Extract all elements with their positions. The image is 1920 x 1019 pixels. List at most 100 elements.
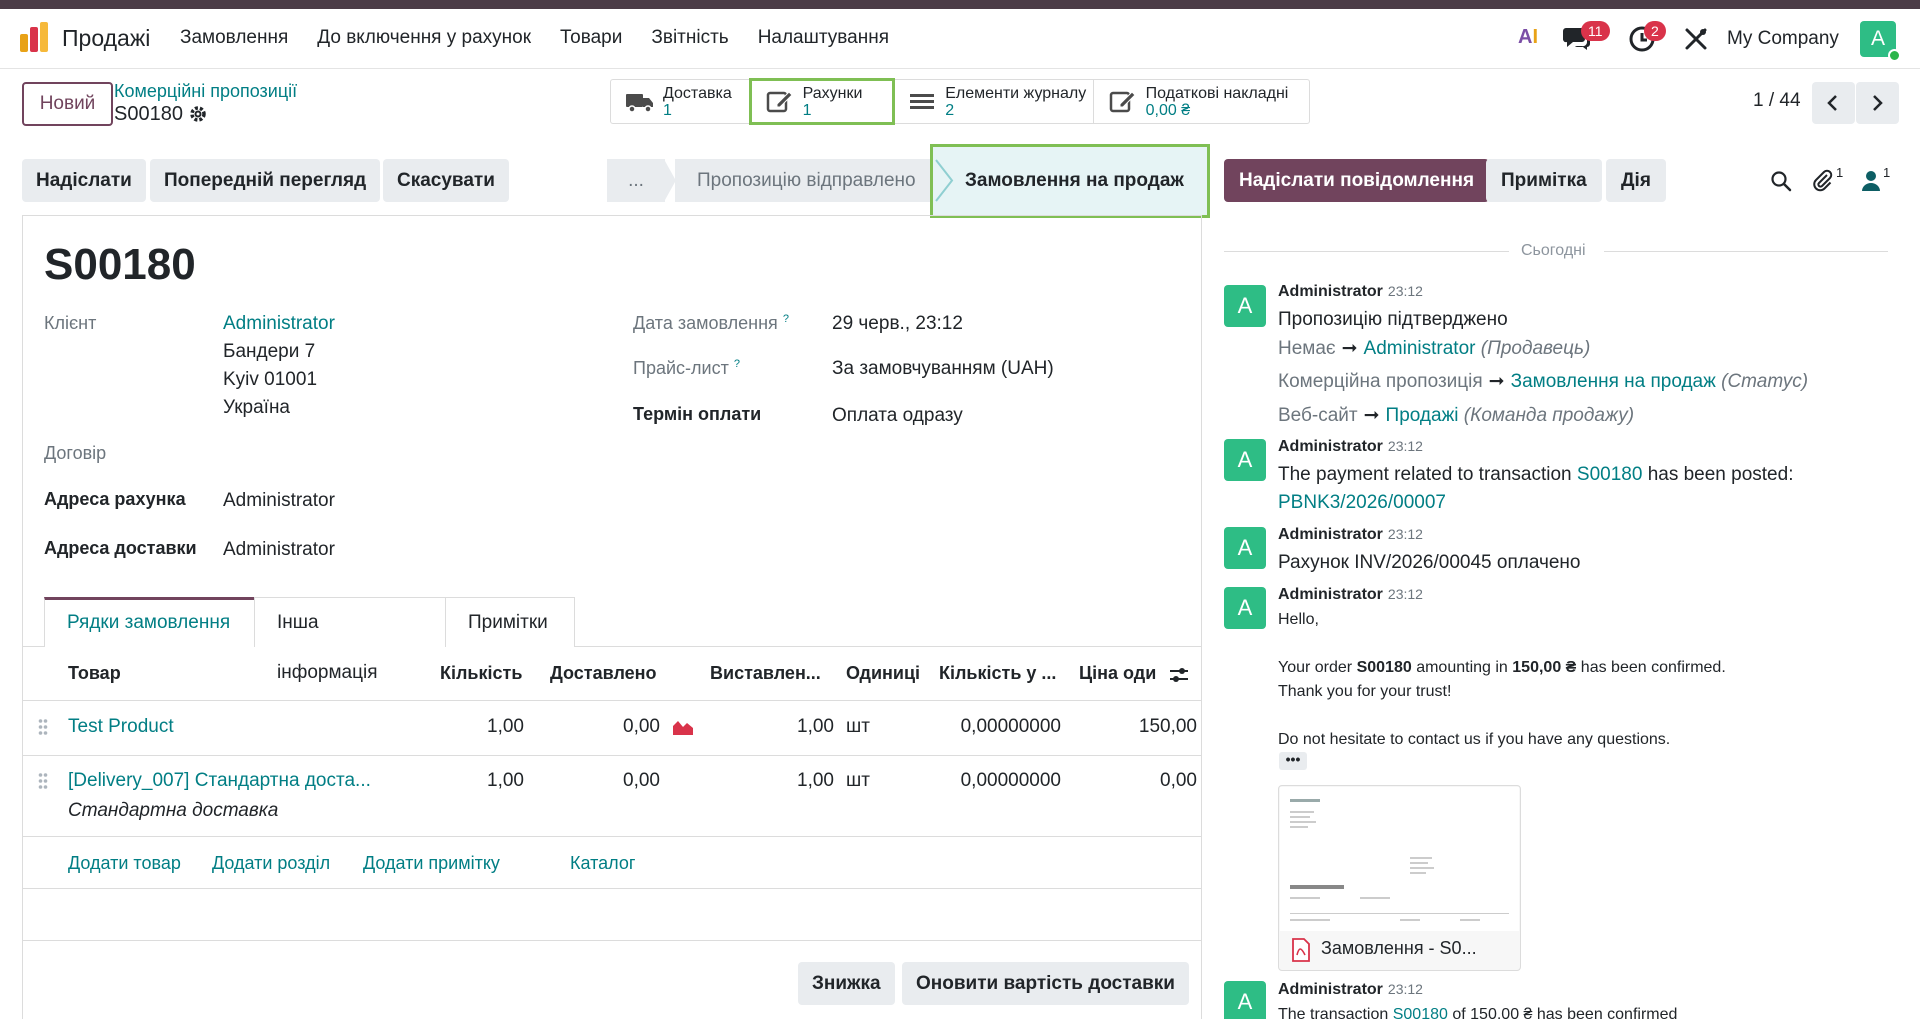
stage-sales-order[interactable]: Замовлення на продаж [930, 144, 1210, 218]
message-avatar[interactable]: A [1224, 587, 1266, 629]
app-name[interactable]: Продажі [62, 25, 150, 52]
tab-notes[interactable]: Примітки [445, 597, 575, 647]
add-note-link[interactable]: Додати примітку [363, 853, 500, 874]
message-text: The transaction S00180 of 150,00 ₴ has b… [1278, 1006, 1678, 1019]
debug-tools-icon[interactable] [1683, 26, 1709, 52]
line-invoiced[interactable]: 1,00 [710, 716, 834, 738]
message-author[interactable]: Administrator 23:12 [1278, 586, 1423, 604]
smart-button-journal-items[interactable]: Елементи журналу 2 [893, 80, 1094, 123]
menu-item-products[interactable]: Товари [560, 27, 622, 49]
tab-other-info[interactable]: Інша інформація [254, 597, 446, 683]
new-button[interactable]: Новий [22, 82, 113, 126]
col-header-quantity[interactable]: Кількість [440, 663, 522, 684]
update-shipping-cost-button[interactable]: Оновити вартість доставки [902, 962, 1189, 1005]
preview-button[interactable]: Попередній перегляд [150, 159, 381, 202]
arrow-right-icon: ➞ [1341, 338, 1358, 359]
message-author[interactable]: Administrator 23:12 [1278, 438, 1423, 456]
send-message-button[interactable]: Надіслати повідомлення [1224, 159, 1490, 202]
line-quantity[interactable]: 1,00 [440, 770, 524, 792]
attachment-card[interactable]: Замовлення - S0... [1278, 785, 1521, 971]
message-avatar[interactable]: A [1224, 981, 1266, 1019]
search-icon[interactable] [1770, 170, 1792, 192]
invoice-address-value[interactable]: Administrator [223, 490, 335, 512]
delivery-address-value[interactable]: Administrator [223, 539, 335, 561]
line-uom[interactable]: шт [846, 716, 870, 738]
ai-icon[interactable]: AI [1518, 26, 1538, 49]
row-divider [22, 888, 1202, 889]
line-quantity[interactable]: 1,00 [440, 716, 524, 738]
line-description[interactable]: Стандартна доставка [68, 800, 278, 822]
menu-item-reporting[interactable]: Звітність [651, 27, 728, 49]
column-settings-icon[interactable] [1168, 665, 1190, 685]
line-delivered[interactable]: 0,00 [550, 770, 660, 792]
col-header-delivered[interactable]: Доставлено [550, 663, 657, 684]
breadcrumb-parent[interactable]: Комерційні пропозиції [114, 81, 297, 102]
chevron-right-icon [1873, 95, 1883, 111]
line-unit-price[interactable]: 0,00 [1079, 770, 1197, 792]
order-date-value[interactable]: 29 черв., 23:12 [832, 313, 963, 335]
line-uom[interactable]: шт [846, 770, 870, 792]
drag-handle-icon[interactable] [38, 718, 48, 736]
payment-terms-value[interactable]: Оплата одразу [832, 405, 963, 427]
send-button[interactable]: Надіслати [22, 159, 146, 202]
smart-button-tax-invoices[interactable]: Податкові накладні 0,00 ₴ [1094, 80, 1309, 123]
drag-handle-icon[interactable] [38, 772, 48, 790]
row-divider [22, 940, 1202, 941]
user-avatar[interactable]: A [1860, 21, 1901, 62]
line-packaging[interactable]: 0,00000000 [939, 716, 1061, 738]
help-icon[interactable]: ? [734, 358, 740, 370]
expand-message-button[interactable]: ••• [1279, 752, 1307, 770]
sales-app-icon[interactable] [20, 22, 50, 52]
arrow-right-icon: ➞ [1363, 405, 1380, 426]
add-section-link[interactable]: Додати розділ [212, 853, 330, 874]
date-divider-line [1224, 251, 1509, 252]
col-header-product[interactable]: Товар [68, 663, 121, 684]
add-product-link[interactable]: Додати товар [68, 853, 181, 874]
forecast-chart-icon[interactable] [672, 718, 694, 736]
stage-quotation-sent[interactable]: Пропозицію відправлено [675, 159, 935, 202]
company-switcher[interactable]: My Company [1727, 28, 1839, 50]
line-unit-price[interactable]: 150,00 [1079, 716, 1197, 738]
payment-link[interactable]: PBNK3/2026/00007 [1278, 492, 1446, 514]
line-delivered[interactable]: 0,00 [550, 716, 660, 738]
help-icon[interactable]: ? [783, 313, 789, 325]
discount-button[interactable]: Знижка [798, 962, 895, 1005]
log-note-button[interactable]: Примітка [1486, 159, 1602, 202]
smart-button-invoices[interactable]: Рахунки 1 [748, 78, 896, 125]
line-product[interactable]: Test Product [68, 716, 174, 738]
col-header-packaging[interactable]: Кількість у ... [939, 663, 1056, 684]
tab-order-lines[interactable]: Рядки замовлення [44, 597, 255, 647]
order-name: S00180 [44, 240, 196, 289]
line-product[interactable]: [Delivery_007] Стандартна доста... [68, 770, 371, 792]
catalog-link[interactable]: Каталог [570, 853, 635, 874]
col-header-uom[interactable]: Одиниці [846, 663, 920, 684]
message-avatar[interactable]: A [1224, 439, 1266, 481]
message-author[interactable]: Administrator 23:12 [1278, 283, 1423, 301]
online-status-dot [1888, 49, 1901, 62]
menu-item-orders[interactable]: Замовлення [180, 27, 288, 49]
cancel-button[interactable]: Скасувати [383, 159, 509, 202]
message-author[interactable]: Administrator 23:12 [1278, 981, 1423, 999]
stage-more[interactable]: ... [607, 159, 665, 202]
pricelist-value[interactable]: За замовчуванням (UAH) [832, 358, 1054, 380]
col-header-unit-price[interactable]: Ціна оди [1079, 663, 1156, 684]
pager-next-button[interactable] [1856, 82, 1899, 124]
followers-icon[interactable] [1861, 170, 1881, 192]
line-invoiced[interactable]: 1,00 [710, 770, 834, 792]
menu-item-to-invoice[interactable]: До включення у рахунок [317, 27, 531, 49]
message-author[interactable]: Administrator 23:12 [1278, 526, 1423, 544]
message-avatar[interactable]: A [1224, 285, 1266, 327]
invoices-label: Рахунки [802, 84, 863, 102]
activity-button[interactable]: Дія [1606, 159, 1666, 202]
menu-item-settings[interactable]: Налаштування [758, 27, 889, 49]
smart-button-delivery[interactable]: Доставка 1 [611, 80, 751, 123]
line-packaging[interactable]: 0,00000000 [939, 770, 1061, 792]
pager-previous-button[interactable] [1812, 82, 1855, 124]
col-header-invoiced[interactable]: Виставлен... [710, 663, 821, 684]
paperclip-icon[interactable] [1810, 168, 1834, 192]
customer-name[interactable]: Administrator [223, 313, 335, 335]
gear-icon[interactable] [188, 104, 208, 124]
pager-value[interactable]: 1 / 44 [1753, 90, 1801, 112]
message-avatar[interactable]: A [1224, 527, 1266, 569]
attachment-name: Замовлення - S0... [1321, 938, 1477, 958]
